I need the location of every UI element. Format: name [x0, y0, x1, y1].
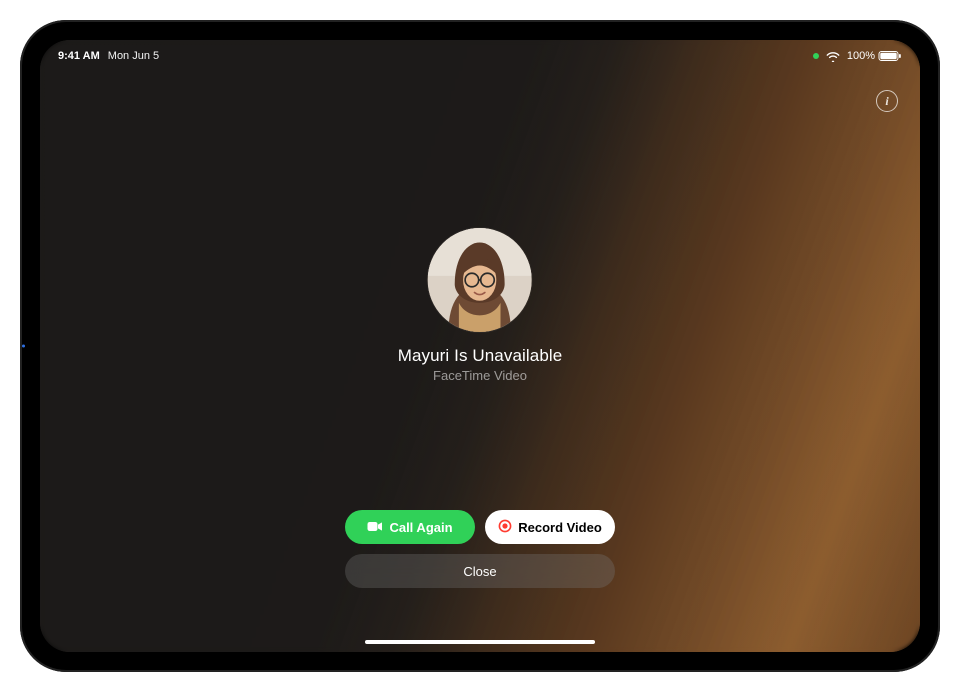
close-label: Close	[463, 564, 496, 579]
buttons-area: Call Again Record Video Close	[345, 510, 615, 588]
primary-button-row: Call Again Record Video	[345, 510, 615, 544]
battery-percent: 100%	[847, 50, 875, 62]
status-left-group: 9:41 AM Mon Jun 5	[58, 50, 159, 62]
record-icon	[498, 519, 512, 536]
close-button[interactable]: Close	[345, 554, 615, 588]
battery-group: 100%	[847, 50, 902, 62]
call-status-title: Mayuri Is Unavailable	[398, 346, 563, 366]
ipad-frame: 9:41 AM Mon Jun 5 100%	[20, 20, 940, 672]
home-indicator[interactable]	[365, 640, 595, 644]
call-status-subtitle: FaceTime Video	[433, 368, 527, 383]
record-video-label: Record Video	[518, 520, 602, 535]
record-video-button[interactable]: Record Video	[485, 510, 615, 544]
status-bar: 9:41 AM Mon Jun 5 100%	[40, 40, 920, 68]
wifi-icon	[825, 50, 841, 62]
status-time: 9:41 AM	[58, 50, 100, 62]
status-right-group: 100%	[813, 50, 902, 62]
battery-icon	[878, 50, 902, 62]
call-again-button[interactable]: Call Again	[345, 510, 475, 544]
call-again-label: Call Again	[389, 520, 452, 535]
screen: 9:41 AM Mon Jun 5 100%	[40, 40, 920, 652]
status-date: Mon Jun 5	[108, 50, 159, 62]
camera-active-dot-icon	[813, 53, 819, 59]
call-status-block: Mayuri Is Unavailable FaceTime Video	[398, 228, 563, 383]
contact-avatar	[428, 228, 532, 332]
info-button[interactable]: i	[876, 90, 898, 112]
info-icon: i	[885, 94, 888, 109]
video-camera-icon	[367, 520, 383, 535]
side-indicator-dot	[22, 345, 25, 348]
